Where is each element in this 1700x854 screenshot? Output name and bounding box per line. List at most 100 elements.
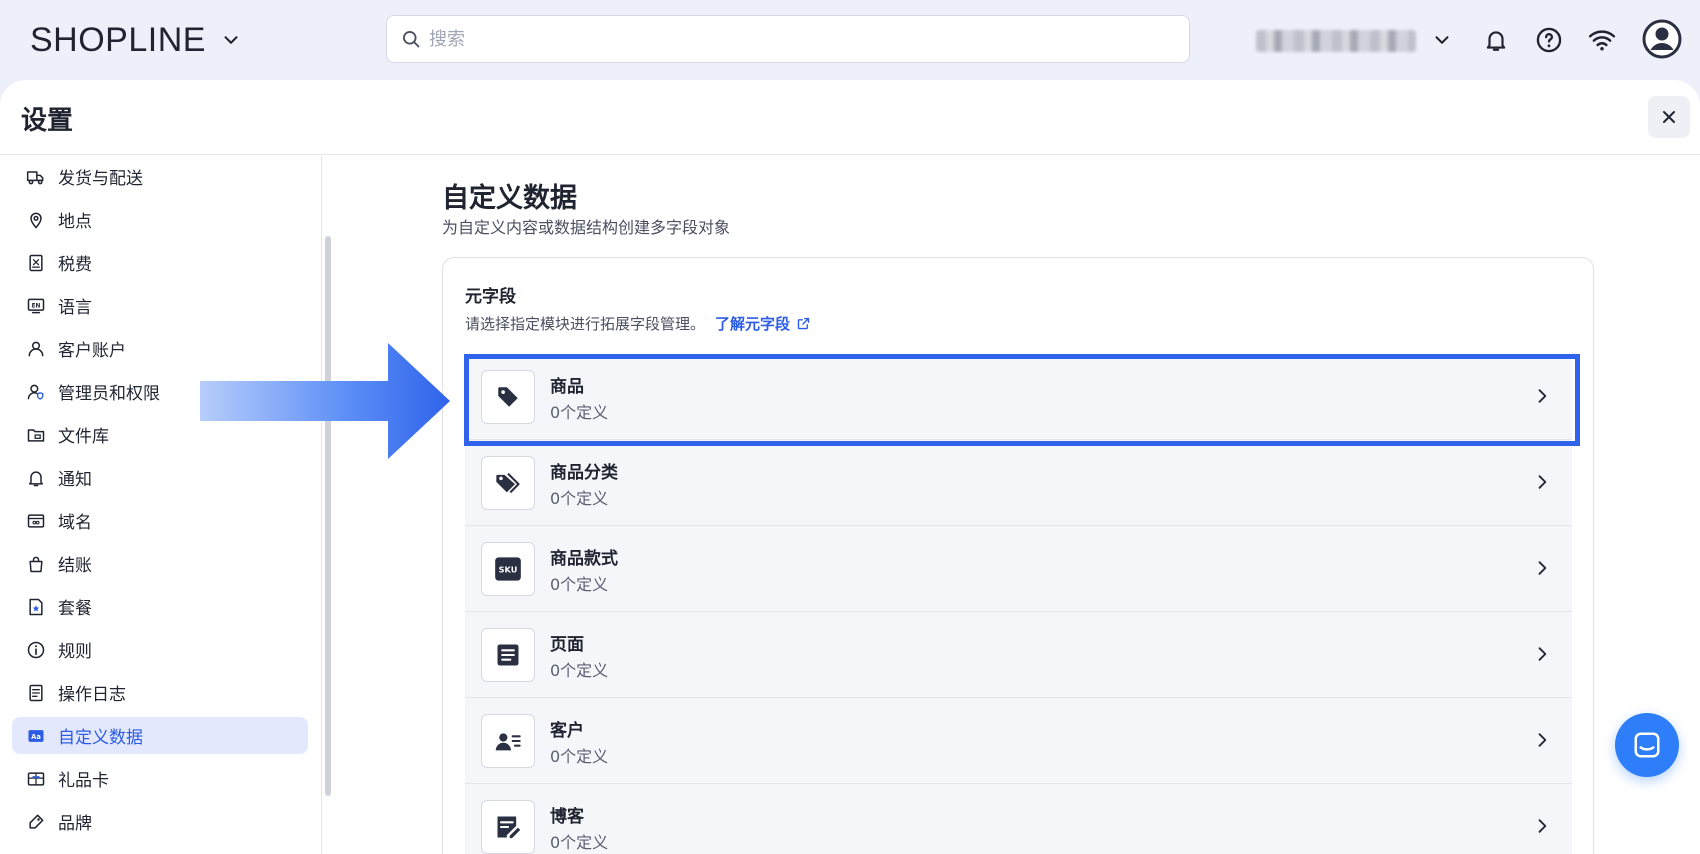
row-icon-box: [481, 800, 535, 854]
sidebar-item-label: 自定义数据: [58, 728, 143, 748]
metafields-description-line: 请选择指定模块进行拓展字段管理。 了解元字段: [465, 313, 811, 334]
avatar[interactable]: [1642, 19, 1682, 59]
sidebar-item-label: 通知: [58, 470, 92, 490]
logo-text: SHOPLINE: [30, 20, 206, 59]
sidebar-item-checkout[interactable]: 结账: [12, 545, 308, 582]
custom-data-subtitle: 为自定义内容或数据结构创建多字段对象: [442, 218, 731, 237]
help-button[interactable]: [1533, 24, 1565, 56]
row-count: 0个定义: [550, 747, 609, 766]
sidebar-item-domains[interactable]: 域名: [12, 502, 308, 539]
domain-icon: [27, 513, 45, 528]
store-switcher[interactable]: SHOPLINE: [30, 20, 242, 60]
log-icon: [29, 684, 43, 701]
sidebar-item-label: 语言: [58, 298, 92, 318]
blog-edit-icon: [497, 816, 521, 839]
sidebar-item-locations[interactable]: 地点: [12, 201, 308, 238]
settings-header: 设置: [0, 80, 1700, 155]
row-icon-box: [481, 628, 535, 682]
user-avatar-icon: [1642, 19, 1682, 59]
sidebar-item-label: 文件库: [58, 427, 109, 447]
help-icon: [1536, 27, 1562, 53]
row-name: 商品款式: [550, 549, 618, 569]
plan-icon: [29, 598, 43, 615]
account-menu-chevron[interactable]: [1426, 24, 1458, 56]
sidebar-item-label: 操作日志: [58, 685, 126, 705]
bell-icon: [29, 470, 43, 486]
location-pin-icon: [30, 212, 42, 229]
gift-card-icon: [27, 771, 45, 786]
sidebar-item-shipping[interactable]: 发货与配送: [12, 158, 308, 195]
sidebar-item-label: 发货与配送: [58, 169, 143, 189]
metafield-row-pages[interactable]: 页面 0个定义: [465, 612, 1572, 698]
metafield-row-products[interactable]: 商品 0个定义: [465, 354, 1572, 440]
learn-metafields-link[interactable]: 了解元字段: [715, 313, 811, 334]
sidebar-item-custom-data[interactable]: Aa 自定义数据: [12, 717, 308, 754]
search-box[interactable]: [386, 15, 1190, 63]
settings-sidebar: 发货与配送 地点 税费 EN 语言 客户账户 管理员和权限 文件库 通知 域名 …: [0, 156, 322, 854]
store-name-blurred[interactable]: [1256, 30, 1416, 52]
sidebar-item-label: 礼品卡: [58, 771, 109, 791]
row-count: 0个定义: [550, 661, 609, 680]
sidebar-item-policies[interactable]: 规则: [12, 631, 308, 668]
row-name: 客户: [550, 721, 584, 741]
sidebar-item-gift-cards[interactable]: 礼品卡: [12, 760, 308, 797]
row-icon-box: SKU: [481, 542, 535, 596]
sidebar-item-label: 域名: [58, 513, 92, 533]
sidebar-item-plan[interactable]: 套餐: [12, 588, 308, 625]
sidebar-item-label: 税费: [58, 255, 92, 275]
metafields-card: 元字段 请选择指定模块进行拓展字段管理。 了解元字段 商品 0个定义 商品分类 …: [442, 257, 1594, 854]
sidebar-item-taxes[interactable]: 税费: [12, 244, 308, 281]
truck-icon: [26, 170, 44, 184]
metafield-row-collections[interactable]: 商品分类 0个定义: [465, 440, 1572, 526]
user-icon: [28, 341, 44, 356]
user-shield-icon: [27, 384, 44, 400]
row-count: 0个定义: [550, 403, 609, 422]
notifications-button[interactable]: [1480, 24, 1512, 56]
close-button[interactable]: [1648, 96, 1690, 138]
metafield-row-blogs[interactable]: 博客 0个定义: [465, 784, 1572, 854]
learn-metafields-label: 了解元字段: [715, 315, 791, 333]
chevron-down-icon: [224, 36, 238, 44]
connection-status[interactable]: [1586, 24, 1618, 56]
row-name: 商品分类: [550, 463, 618, 483]
sidebar-item-label: 品牌: [58, 814, 92, 834]
shopping-bag-icon: [29, 556, 43, 572]
row-icon-box: [481, 456, 535, 510]
sidebar-item-label: 结账: [58, 556, 92, 576]
sidebar-item-activity-log[interactable]: 操作日志: [12, 674, 308, 711]
sidebar-item-label: 地点: [58, 212, 92, 232]
sidebar-item-label: 客户账户: [58, 341, 126, 361]
sidebar-item-brand[interactable]: 品牌: [12, 803, 308, 840]
sidebar-scrollbar[interactable]: [325, 236, 331, 796]
row-count: 0个定义: [550, 489, 609, 508]
metafield-row-customers[interactable]: 客户 0个定义: [465, 698, 1572, 784]
svg-text:Aa: Aa: [31, 732, 41, 740]
chevron-right-icon: [1538, 389, 1547, 403]
custom-data-icon: Aa: [28, 729, 44, 742]
chevron-right-icon: [1538, 561, 1547, 575]
row-name: 页面: [550, 635, 584, 655]
tags-icon: [496, 472, 520, 494]
custom-data-title: 自定义数据: [442, 183, 577, 214]
tax-receipt-icon: [29, 254, 43, 271]
chevron-right-icon: [1538, 475, 1547, 489]
support-chat-button[interactable]: [1615, 713, 1679, 777]
page-icon: [497, 644, 519, 666]
metafields-description: 请选择指定模块进行拓展字段管理。: [465, 315, 706, 333]
metafield-row-variants[interactable]: SKU 商品款式 0个定义: [465, 526, 1572, 612]
info-icon: [27, 641, 45, 658]
close-icon: [1663, 111, 1675, 123]
metafields-title: 元字段: [465, 287, 516, 307]
shopline-logo: SHOPLINE: [30, 21, 206, 60]
search-input[interactable]: [429, 28, 1149, 50]
search-icon: [403, 31, 420, 48]
page-title: 设置: [21, 106, 74, 136]
row-name: 博客: [550, 807, 584, 827]
svg-text:EN: EN: [32, 303, 41, 309]
tag-icon: [498, 387, 518, 407]
sidebar-item-notifications[interactable]: 通知: [12, 459, 308, 496]
wifi-icon: [1588, 30, 1616, 51]
sidebar-item-languages[interactable]: EN 语言: [12, 287, 308, 324]
sku-icon-text: SKU: [499, 565, 518, 575]
sidebar-item-label: 套餐: [58, 599, 92, 619]
